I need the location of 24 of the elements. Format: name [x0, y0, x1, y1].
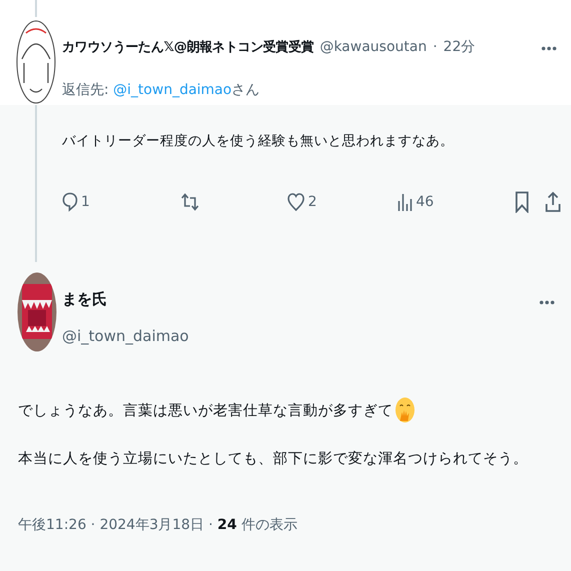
bookmark-icon[interactable] [515, 191, 529, 213]
user-handle[interactable]: @i_town_daimao [62, 327, 555, 345]
reply-to-text: 返信先: @i_town_daimaoさん [62, 81, 261, 99]
heart-icon[interactable] [287, 192, 305, 212]
count-label: 1 [81, 194, 90, 210]
reply-icon[interactable] [62, 192, 78, 212]
post-text: バイトリーダー程度の人を使う経験も無いと思われますなあ。 [62, 132, 455, 151]
more-icon[interactable] [541, 46, 557, 51]
emoji-icon [395, 397, 415, 423]
post-text: でしょうなあ。言葉は悪いが老害仕草な言動が多すぎて [18, 402, 393, 420]
share-icon[interactable] [545, 191, 561, 213]
more-icon[interactable] [539, 300, 555, 304]
count-label: 46 [416, 194, 434, 210]
separator-dot: · [432, 39, 438, 55]
bar-chart-icon[interactable] [397, 192, 413, 212]
post-meta: 午後11:26 · 2024年3月18日 · 24 件の表示 [17, 516, 298, 534]
user-handle[interactable]: @kawausoutan [320, 39, 427, 55]
retweet-icon[interactable] [180, 192, 200, 212]
post-time[interactable]: 22分 [443, 38, 476, 56]
display-name[interactable]: まを氏 [62, 290, 107, 308]
avatar-icon[interactable] [16, 19, 56, 105]
count-label: 2 [308, 194, 317, 210]
post-text: 本当に人を使う立場にいたとしても、部下に影で変な渾名つけられてそう。 [18, 450, 528, 468]
display-name[interactable]: カワウソうーたん𝕏@朗報ネトコン受賞受賞 [62, 38, 314, 56]
